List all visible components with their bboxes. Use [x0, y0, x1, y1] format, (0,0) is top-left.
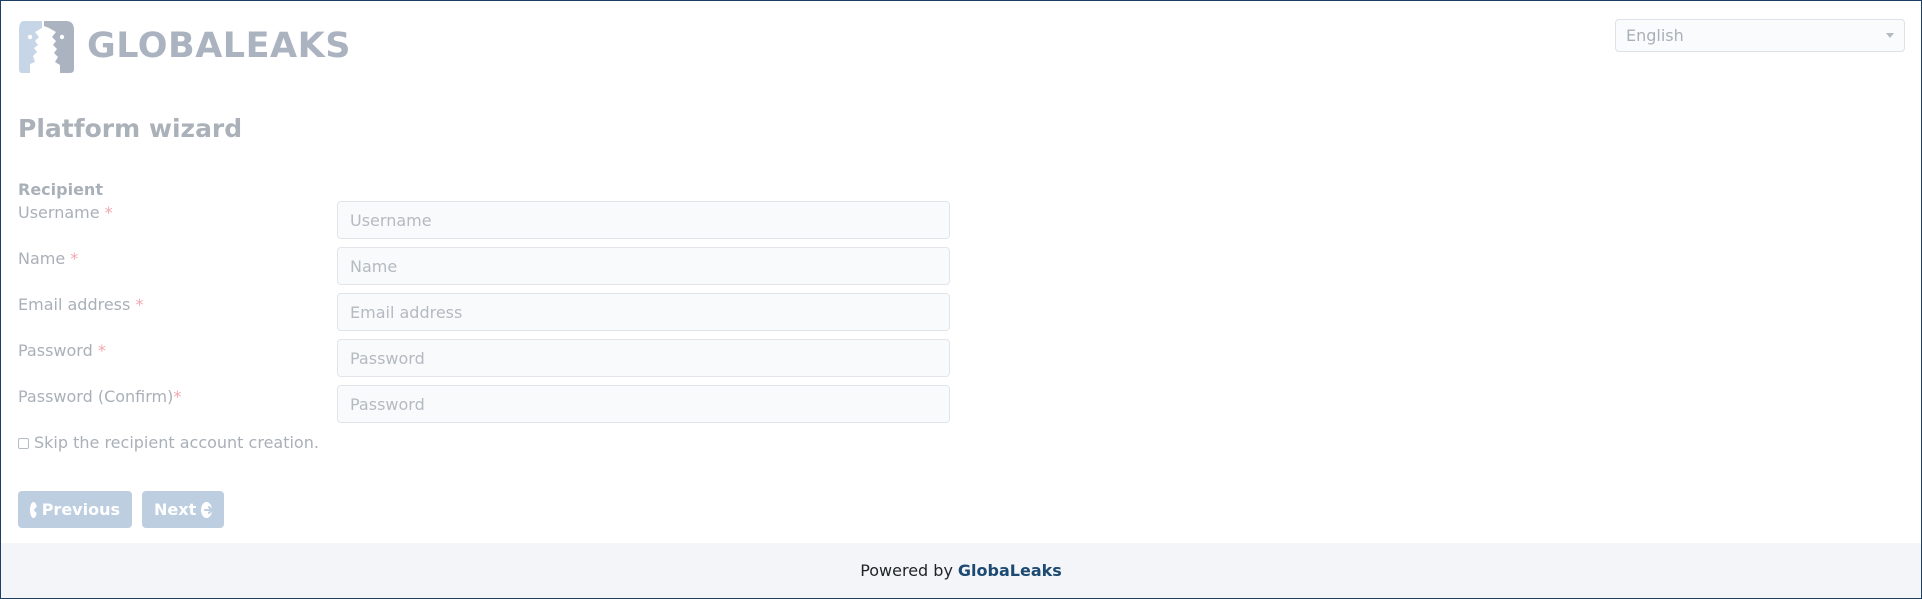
password-confirm-label-text: Password (Confirm) [18, 387, 174, 406]
globaleaks-link[interactable]: GlobaLeaks [958, 561, 1062, 580]
globaleaks-faces-icon [19, 21, 74, 73]
page-title: Platform wizard [18, 114, 243, 143]
password-label-text: Password [18, 341, 93, 360]
skip-recipient-checkbox[interactable] [18, 437, 29, 449]
next-button-label: Next [154, 500, 197, 519]
email-label: Email address * [18, 295, 143, 315]
skip-recipient-row[interactable]: Skip the recipient account creation. [18, 433, 319, 453]
required-marker: * [135, 295, 144, 314]
username-label: Username * [18, 203, 113, 223]
required-marker: * [173, 387, 182, 406]
chevron-down-icon [1886, 33, 1894, 38]
username-input[interactable] [337, 201, 950, 239]
password-input[interactable] [337, 339, 950, 377]
password-confirm-input[interactable] [337, 385, 950, 423]
next-button[interactable]: Next [142, 491, 224, 528]
language-select[interactable]: English [1615, 19, 1905, 52]
name-input[interactable] [337, 247, 950, 285]
username-label-text: Username [18, 203, 100, 222]
name-label: Name * [18, 249, 78, 269]
email-label-text: Email address [18, 295, 131, 314]
password-label: Password * [18, 341, 106, 361]
footer-text: Powered by [860, 561, 953, 580]
password-confirm-label: Password (Confirm)* [18, 387, 181, 407]
arrow-circle-right-icon [201, 501, 214, 518]
footer: Powered by GlobaLeaks [1, 543, 1921, 598]
previous-button[interactable]: Previous [18, 491, 132, 528]
email-input[interactable] [337, 293, 950, 331]
logo-wordmark: GLOBALEAKS [87, 26, 351, 66]
header-logo: GLOBALEAKS [18, 18, 351, 75]
required-marker: * [104, 203, 113, 222]
section-label-recipient: Recipient [18, 180, 103, 199]
previous-button-label: Previous [41, 500, 120, 519]
language-selected-value: English [1626, 26, 1684, 45]
app-window: GLOBALEAKS English Platform wizard Recip… [0, 0, 1922, 599]
name-label-text: Name [18, 249, 66, 268]
arrow-circle-left-icon [30, 501, 43, 518]
required-marker: * [97, 341, 106, 360]
required-marker: * [70, 249, 79, 268]
skip-recipient-label: Skip the recipient account creation. [34, 433, 319, 452]
